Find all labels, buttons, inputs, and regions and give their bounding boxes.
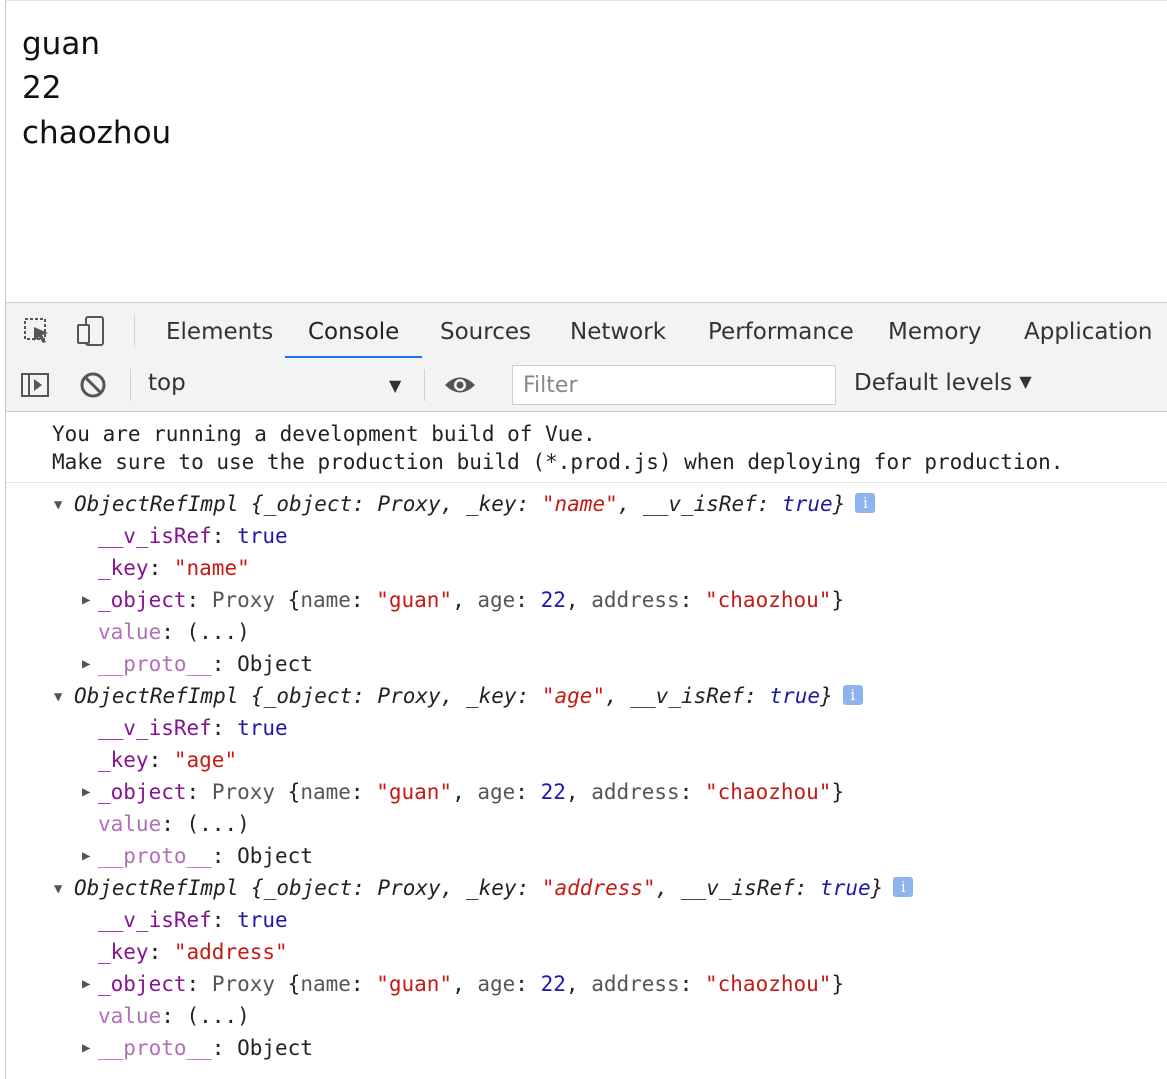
collapse-triangle-icon[interactable]: ▼ — [54, 689, 62, 705]
property-row-object[interactable]: _object: Proxy {name: "guan", age: 22, a… — [98, 968, 844, 1000]
object-summary[interactable]: ObjectRefImpl {_object: Proxy, _key: "ag… — [74, 680, 863, 712]
console-message-vue: You are running a development build of V… — [6, 412, 1167, 483]
property-row: _key: "address" — [98, 940, 288, 964]
object-summary[interactable]: ObjectRefImpl {_object: Proxy, _key: "ad… — [74, 872, 914, 904]
clear-console-icon[interactable] — [76, 368, 110, 402]
collapse-triangle-icon[interactable]: ▼ — [54, 497, 62, 513]
info-icon[interactable]: i — [842, 685, 863, 705]
filter-input-box[interactable] — [512, 365, 836, 405]
object-summary[interactable]: ObjectRefImpl {_object: Proxy, _key: "na… — [74, 488, 876, 520]
levels-dropdown-icon: ▼ — [1019, 372, 1032, 391]
expand-triangle-icon[interactable]: ▶ — [82, 784, 90, 800]
tab-network[interactable]: Network — [547, 303, 689, 358]
devtools-tabbar: Elements Console Sources Network Perform… — [6, 302, 1167, 359]
property-row: _key: "name" — [98, 556, 250, 580]
property-row-proto[interactable]: __proto__: Object — [98, 648, 313, 680]
sidebar-toggle-icon[interactable] — [18, 368, 52, 402]
console-toolbar: top ▼ Default levels ▼ — [6, 358, 1167, 412]
tab-application[interactable]: Application — [1001, 303, 1167, 358]
tab-elements[interactable]: Elements — [143, 303, 296, 358]
page-text-name: guan — [22, 26, 100, 62]
tab-sources[interactable]: Sources — [417, 303, 554, 358]
log-levels-dropdown[interactable]: Default levels ▼ — [854, 370, 1032, 396]
tab-console[interactable]: Console — [285, 303, 423, 359]
context-selector[interactable]: top — [148, 370, 186, 396]
property-row: _key: "age" — [98, 748, 238, 772]
collapse-triangle-icon[interactable]: ▼ — [54, 881, 62, 897]
devtools-panel: Elements Console Sources Network Perform… — [5, 302, 1167, 1079]
property-row-proto[interactable]: __proto__: Object — [98, 1032, 313, 1064]
context-dropdown-icon[interactable]: ▼ — [389, 376, 401, 395]
expand-triangle-icon[interactable]: ▶ — [82, 848, 90, 864]
tab-memory[interactable]: Memory — [865, 303, 1005, 358]
property-row-getter[interactable]: value: (...) — [98, 616, 250, 648]
page-viewport: guan 22 chaozhou — [5, 0, 1167, 303]
info-icon[interactable]: i — [893, 877, 914, 897]
property-row-proto[interactable]: __proto__: Object — [98, 840, 313, 872]
expand-triangle-icon[interactable]: ▶ — [82, 656, 90, 672]
live-expression-eye-icon[interactable] — [443, 368, 477, 402]
property-row: __v_isRef: true — [98, 716, 288, 740]
property-row-getter[interactable]: value: (...) — [98, 808, 250, 840]
property-row-object[interactable]: _object: Proxy {name: "guan", age: 22, a… — [98, 584, 844, 616]
inspect-element-icon[interactable] — [20, 314, 54, 348]
console-output: You are running a development build of V… — [6, 412, 1167, 1079]
toolbar-separator — [130, 369, 131, 401]
property-row-object[interactable]: _object: Proxy {name: "guan", age: 22, a… — [98, 776, 844, 808]
page-text-address: chaozhou — [22, 115, 172, 151]
console-log-entry: ▼ ObjectRefImpl {_object: Proxy, _key: "… — [6, 486, 1167, 678]
expand-triangle-icon[interactable]: ▶ — [82, 976, 90, 992]
tab-performance[interactable]: Performance — [685, 303, 877, 358]
property-row: __v_isRef: true — [98, 908, 288, 932]
console-log-entry: ▼ ObjectRefImpl {_object: Proxy, _key: "… — [6, 678, 1167, 870]
console-message-line: Make sure to use the production build (*… — [52, 450, 1064, 474]
filter-input[interactable] — [521, 366, 825, 404]
property-row-getter[interactable]: value: (...) — [98, 1000, 250, 1032]
tabbar-separator — [134, 315, 135, 347]
expand-triangle-icon[interactable]: ▶ — [82, 592, 90, 608]
property-row: __v_isRef: true — [98, 524, 288, 548]
expand-triangle-icon[interactable]: ▶ — [82, 1040, 90, 1056]
info-icon[interactable]: i — [855, 493, 876, 513]
console-log-entry: ▼ ObjectRefImpl {_object: Proxy, _key: "… — [6, 870, 1167, 1062]
toolbar-separator — [424, 369, 425, 401]
device-toolbar-icon[interactable] — [74, 314, 108, 348]
page-text-age: 22 — [22, 70, 62, 106]
